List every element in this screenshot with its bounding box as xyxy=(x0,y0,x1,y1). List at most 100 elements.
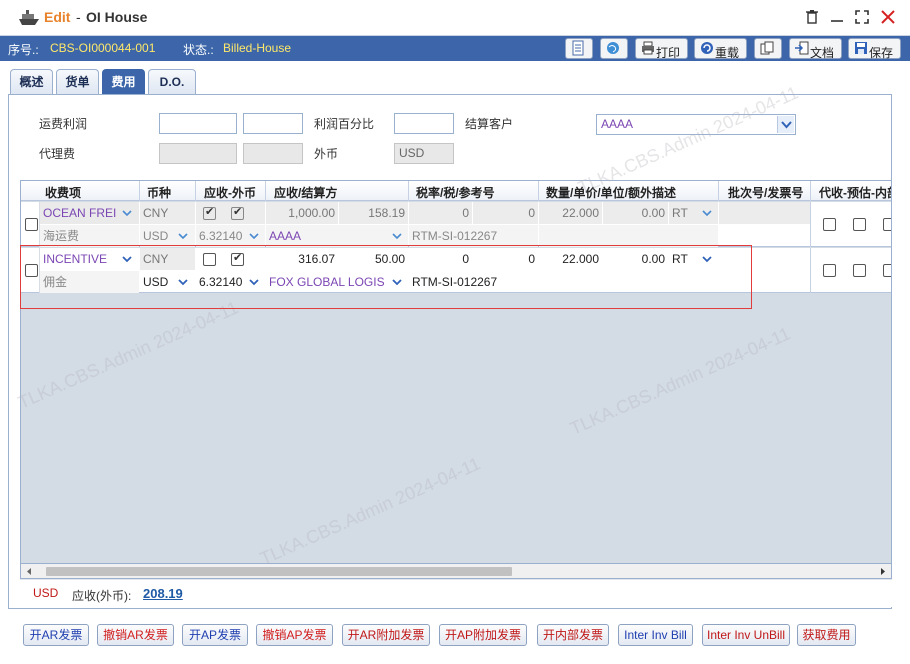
open-ap-additional-invoice-button[interactable]: 开AP附加发票 xyxy=(439,624,527,646)
import-icon xyxy=(795,41,809,55)
trash-icon[interactable] xyxy=(803,8,821,26)
internal-checkbox[interactable] xyxy=(883,218,891,231)
print-button[interactable]: 打印 xyxy=(635,38,688,60)
tab-bar: 概述 货单 费用 D.O. xyxy=(0,61,910,95)
freight-profit-input[interactable] xyxy=(159,113,237,134)
collect-checkbox[interactable] xyxy=(823,218,836,231)
tax-cell: 0 xyxy=(473,202,538,224)
header-receivable-party: 应收/结算方 xyxy=(274,186,338,200)
open-ar-additional-invoice-button[interactable]: 开AR附加发票 xyxy=(342,624,430,646)
edit-label: Edit xyxy=(44,9,71,25)
table-row[interactable]: OCEAN FREI CNY 1,000.00 158.19 0 0 22.00… xyxy=(21,202,891,247)
tab-cargo[interactable]: 货单 xyxy=(56,69,99,95)
save-icon xyxy=(855,41,867,54)
settle-customer-select[interactable]: AAAA xyxy=(596,114,796,135)
foreign-currency-label: 外币 xyxy=(314,147,339,161)
price-cell: 0.00 xyxy=(603,202,668,224)
number-value: CBS-OI000044-001 xyxy=(50,41,156,55)
grid-header: 收费项 币种 应收-外币 应收/结算方 税率/税/参考号 数量/单价/单位/额外… xyxy=(21,181,892,201)
inter-inv-unbill-button[interactable]: Inter Inv UnBill xyxy=(702,624,790,646)
chevron-down-icon[interactable] xyxy=(177,230,189,242)
watermark: TLKA.CBS.Admin 2024-04-11 xyxy=(257,453,484,564)
agency-fee-label: 代理费 xyxy=(39,147,76,161)
docs-button[interactable]: 文档 xyxy=(789,38,842,60)
summary-currency: USD xyxy=(33,586,59,600)
scroll-left-icon[interactable] xyxy=(25,567,33,576)
cancel-ar-invoice-button[interactable]: 撤销AR发票 xyxy=(97,624,174,646)
scroll-right-icon[interactable] xyxy=(879,567,887,576)
header-currency: 币种 xyxy=(147,186,172,200)
batch-cell xyxy=(719,202,810,224)
chevron-down-icon[interactable] xyxy=(248,230,260,242)
title-bar: Edit - OI House xyxy=(0,0,910,36)
reload-icon xyxy=(701,41,713,54)
quantity-cell: 22.000 xyxy=(539,202,602,224)
copy-icon xyxy=(760,41,774,55)
printer-icon xyxy=(642,41,654,55)
highlight-box xyxy=(20,245,752,309)
status-label: 状态.: xyxy=(183,43,214,57)
summary-value[interactable]: 208.19 xyxy=(143,586,183,601)
fx-checkbox[interactable] xyxy=(231,205,244,220)
header-collect: 代收-预估-内部 xyxy=(819,186,892,200)
document-icon xyxy=(572,40,584,56)
chevron-down-icon[interactable] xyxy=(391,230,403,242)
scrollbar-thumb[interactable] xyxy=(46,567,512,576)
chevron-down-icon[interactable] xyxy=(777,116,794,133)
inter-inv-bill-button[interactable]: Inter Inv Bill xyxy=(618,624,693,646)
charge-cn-cell: 海运费 xyxy=(40,225,139,247)
info-bar: 序号.: CBS-OI000044-001 状态.: Billed-House … xyxy=(0,36,910,61)
ship-icon xyxy=(19,10,39,25)
header-charge: 收费项 xyxy=(45,186,82,200)
number-label: 序号.: xyxy=(8,43,39,57)
receivable-checkbox[interactable] xyxy=(203,205,216,220)
freight-profit-label: 运费利润 xyxy=(39,117,88,131)
freight-profit-input-2[interactable] xyxy=(243,113,303,134)
chevron-down-icon[interactable] xyxy=(701,207,713,219)
header-quantity: 数量/单价/单位/额外描述 xyxy=(546,186,677,200)
title-separator: - xyxy=(76,9,81,25)
open-ap-invoice-button[interactable]: 开AP发票 xyxy=(182,624,248,646)
globe-button[interactable] xyxy=(600,38,628,59)
internal-checkbox[interactable] xyxy=(883,264,891,277)
party-cell: AAAA xyxy=(266,225,408,247)
window-title: OI House xyxy=(86,9,148,25)
fetch-charges-button[interactable]: 获取费用 xyxy=(797,624,856,646)
cancel-ap-invoice-button[interactable]: 撤销AP发票 xyxy=(256,624,333,646)
agency-fee-input xyxy=(159,143,237,164)
description-cell xyxy=(539,225,718,247)
reference-cell: RTM-SI-012267 xyxy=(409,225,538,247)
summary-label: 应收(外币): xyxy=(72,589,132,603)
profit-percent-input[interactable] xyxy=(394,113,454,134)
reload-button[interactable]: 重载 xyxy=(694,38,747,60)
minimize-icon[interactable] xyxy=(828,8,846,26)
status-value: Billed-House xyxy=(223,41,292,55)
open-ar-invoice-button[interactable]: 开AR发票 xyxy=(23,624,89,646)
document-button[interactable] xyxy=(565,38,593,59)
estimate-checkbox[interactable] xyxy=(853,264,866,277)
row-select-checkbox[interactable] xyxy=(25,218,38,231)
maximize-icon[interactable] xyxy=(853,8,871,26)
horizontal-scrollbar[interactable] xyxy=(20,564,892,579)
header-tax: 税率/税/参考号 xyxy=(416,186,495,200)
save-button[interactable]: 保存 xyxy=(848,38,901,60)
header-batch: 批次号/发票号 xyxy=(728,186,804,200)
charge-value: OCEAN FREI xyxy=(43,206,117,220)
chevron-down-icon[interactable] xyxy=(121,207,133,219)
estimate-checkbox[interactable] xyxy=(853,218,866,231)
tab-do[interactable]: D.O. xyxy=(148,69,196,95)
charges-grid: 收费项 币种 应收-外币 应收/结算方 税率/税/参考号 数量/单价/单位/额外… xyxy=(20,180,892,564)
tab-overview[interactable]: 概述 xyxy=(10,69,53,95)
close-icon[interactable] xyxy=(879,8,897,26)
copy-button[interactable] xyxy=(754,38,782,59)
tab-charges[interactable]: 费用 xyxy=(102,69,145,95)
profit-percent-label: 利润百分比 xyxy=(314,117,375,131)
summary-row: USD 应收(外币): 208.19 xyxy=(20,579,892,607)
foreign-currency-value: USD xyxy=(394,143,454,164)
tax-rate-cell: 0 xyxy=(409,202,472,224)
charges-panel: 运费利润 利润百分比 结算客户 AAAA 代理费 外币 USD 收费项 币种 应… xyxy=(8,82,892,609)
extra-amount-cell: 158.19 xyxy=(339,202,408,224)
amount-cell: 1,000.00 xyxy=(266,202,338,224)
collect-checkbox[interactable] xyxy=(823,264,836,277)
open-internal-invoice-button[interactable]: 开内部发票 xyxy=(537,624,609,646)
